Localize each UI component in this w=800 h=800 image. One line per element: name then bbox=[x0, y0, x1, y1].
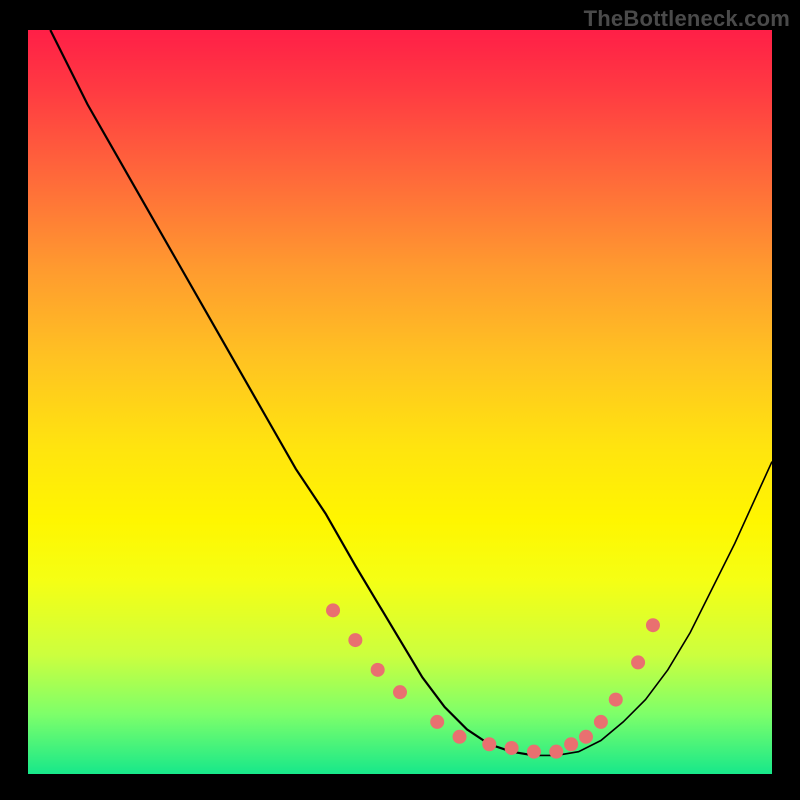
curve-left bbox=[50, 30, 534, 755]
curve-layer bbox=[28, 30, 772, 774]
data-point bbox=[631, 655, 645, 669]
data-point bbox=[579, 730, 593, 744]
chart-frame: TheBottleneck.com bbox=[0, 0, 800, 800]
data-point bbox=[348, 633, 362, 647]
data-point bbox=[527, 745, 541, 759]
data-point bbox=[549, 745, 563, 759]
plot-area bbox=[28, 30, 772, 774]
data-point bbox=[371, 663, 385, 677]
data-point bbox=[594, 715, 608, 729]
data-point bbox=[453, 730, 467, 744]
data-point bbox=[505, 741, 519, 755]
watermark-text: TheBottleneck.com bbox=[584, 6, 790, 32]
data-point bbox=[646, 618, 660, 632]
data-point bbox=[430, 715, 444, 729]
curve-right bbox=[534, 462, 772, 756]
data-point bbox=[482, 737, 496, 751]
data-point bbox=[564, 737, 578, 751]
data-point bbox=[393, 685, 407, 699]
data-point bbox=[326, 603, 340, 617]
data-point bbox=[609, 693, 623, 707]
bottleneck-curve bbox=[50, 30, 772, 755]
highlight-dots bbox=[326, 603, 660, 758]
